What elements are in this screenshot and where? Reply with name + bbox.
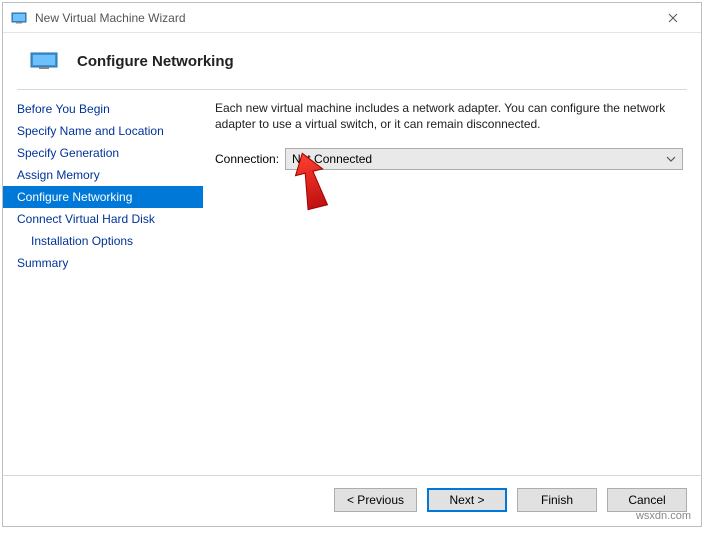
wizard-footer: < Previous Next > Finish Cancel: [3, 475, 701, 526]
app-icon: [11, 10, 27, 26]
page-title: Configure Networking: [77, 53, 234, 70]
wizard-steps: Before You Begin Specify Name and Locati…: [3, 90, 203, 475]
previous-button[interactable]: < Previous: [334, 488, 417, 512]
wizard-header: Configure Networking: [3, 33, 701, 83]
titlebar: New Virtual Machine Wizard: [3, 3, 701, 33]
step-assign-memory[interactable]: Assign Memory: [3, 164, 203, 186]
window-title: New Virtual Machine Wizard: [35, 11, 653, 25]
step-before-you-begin[interactable]: Before You Begin: [3, 98, 203, 120]
wizard-body: Before You Begin Specify Name and Locati…: [3, 90, 701, 475]
step-specify-generation[interactable]: Specify Generation: [3, 142, 203, 164]
finish-button[interactable]: Finish: [517, 488, 597, 512]
connection-dropdown[interactable]: Not Connected: [285, 148, 683, 170]
chevron-down-icon: [666, 154, 676, 164]
description-text: Each new virtual machine includes a netw…: [215, 100, 683, 132]
close-button[interactable]: [653, 4, 693, 32]
wizard-content: Each new virtual machine includes a netw…: [203, 90, 687, 475]
step-configure-networking[interactable]: Configure Networking: [3, 186, 203, 208]
connection-row: Connection: Not Connected: [215, 148, 683, 170]
step-specify-name-location[interactable]: Specify Name and Location: [3, 120, 203, 142]
connection-label: Connection:: [215, 152, 279, 166]
next-button[interactable]: Next >: [427, 488, 507, 512]
connection-value: Not Connected: [292, 152, 372, 166]
vm-icon: [29, 51, 59, 71]
cancel-button[interactable]: Cancel: [607, 488, 687, 512]
step-summary[interactable]: Summary: [3, 252, 203, 274]
wizard-window: New Virtual Machine Wizard Configure Net…: [2, 2, 702, 527]
step-installation-options[interactable]: Installation Options: [3, 230, 203, 252]
step-connect-virtual-hard-disk[interactable]: Connect Virtual Hard Disk: [3, 208, 203, 230]
